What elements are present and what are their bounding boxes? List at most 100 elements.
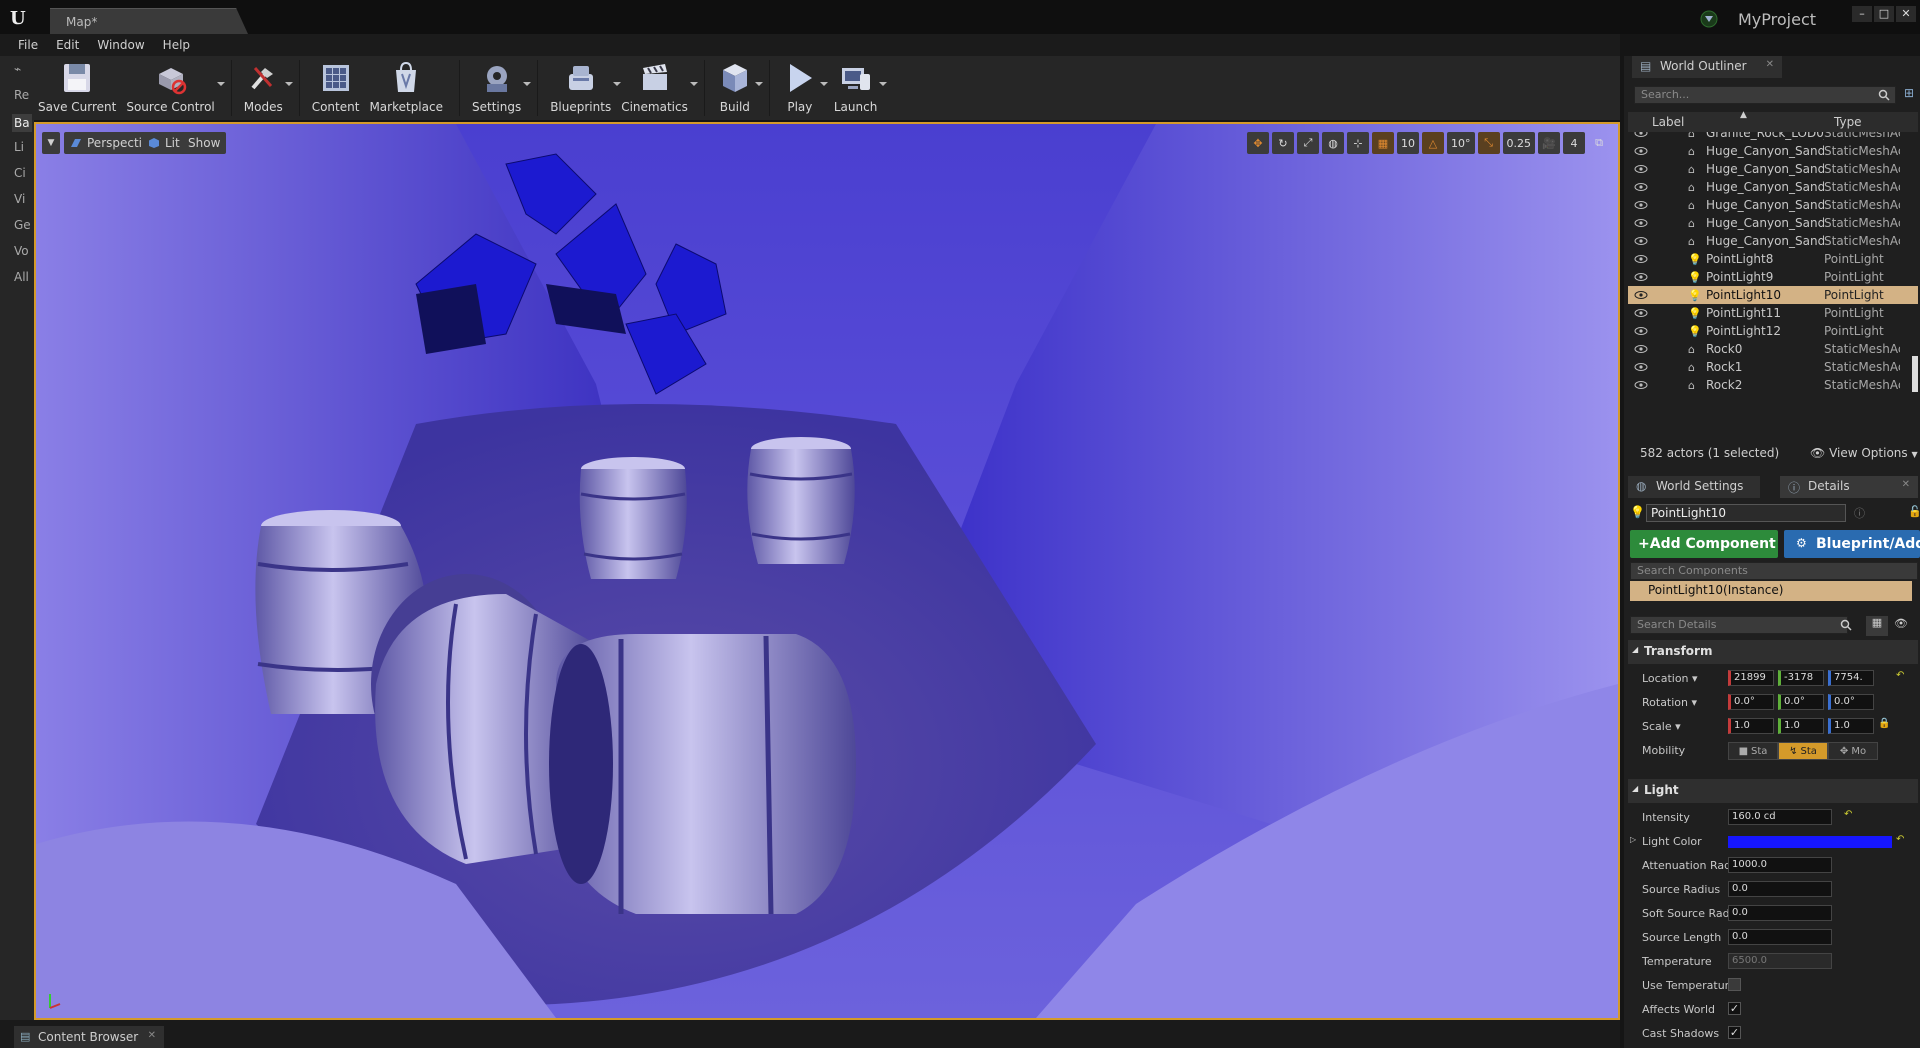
viewport-scene[interactable] xyxy=(36,124,1618,1018)
menu-edit[interactable]: Edit xyxy=(56,38,79,52)
outliner-row[interactable]: ⌂ Huge_Canyon_Sandst StaticMeshAc xyxy=(1628,142,1918,160)
visibility-eye-icon[interactable] xyxy=(1634,273,1648,281)
menu-file[interactable]: File xyxy=(18,38,38,52)
save-current-button[interactable]: Save Current xyxy=(38,56,116,120)
level-viewport[interactable]: ▼ Perspective Lit Show ✥ ↻ ⤢ ◍ ⊹ ▦ 10 △ … xyxy=(34,122,1620,1020)
camera-speed-value[interactable]: 4 xyxy=(1563,132,1585,154)
visibility-eye-icon[interactable] xyxy=(1634,201,1648,209)
view-options-button[interactable]: 👁 View Options ▼ xyxy=(1810,446,1918,460)
chevron-down-icon[interactable] xyxy=(689,82,698,86)
modes-place-icon[interactable]: ⌁ xyxy=(14,62,21,76)
visibility-eye-icon[interactable] xyxy=(1634,345,1648,353)
world-outliner-tab[interactable]: ▤ World Outliner ✕ xyxy=(1632,56,1782,78)
chevron-down-icon[interactable] xyxy=(879,82,888,86)
scale-snap-icon[interactable]: ⤡ xyxy=(1477,132,1500,154)
visibility-eye-icon[interactable] xyxy=(1634,237,1648,245)
grid-snap-icon[interactable]: ▦ xyxy=(1372,132,1394,154)
source-control-button[interactable]: Source Control xyxy=(126,56,225,120)
content-button[interactable]: Content xyxy=(312,56,359,120)
cinematics-button[interactable]: Cinematics xyxy=(621,56,698,120)
mode-basic[interactable]: Ba xyxy=(12,114,32,132)
outliner-add-icon[interactable]: ⊞ xyxy=(1904,86,1914,100)
outliner-row[interactable]: 💡 PointLight8 PointLight xyxy=(1628,250,1918,268)
outliner-row[interactable]: ⌂ Huge_Canyon_Sandst StaticMeshAc xyxy=(1628,178,1918,196)
outliner-row[interactable]: 💡 PointLight9 PointLight xyxy=(1628,268,1918,286)
mode-volumes[interactable]: Vo xyxy=(14,244,29,258)
viewport-options-button[interactable]: ▼ xyxy=(42,132,60,154)
close-icon[interactable]: ✕ xyxy=(1766,59,1774,70)
visibility-eye-icon[interactable] xyxy=(1634,309,1648,317)
visibility-eye-icon[interactable] xyxy=(1634,183,1648,191)
outliner-row[interactable]: ⌂ Rock2 StaticMeshAc xyxy=(1628,376,1918,394)
close-icon[interactable]: ✕ xyxy=(1896,6,1916,22)
blueprints-button[interactable]: Blueprints xyxy=(550,56,622,120)
chevron-down-icon[interactable] xyxy=(819,82,828,86)
visibility-eye-icon[interactable] xyxy=(1634,363,1648,371)
settings-button[interactable]: Settings xyxy=(472,56,532,120)
outliner-col-type[interactable]: Type xyxy=(1834,115,1862,129)
launch-button[interactable]: Launch xyxy=(834,56,888,120)
outliner-row[interactable]: ⌂ Rock1 StaticMeshAc xyxy=(1628,358,1918,376)
outliner-list[interactable]: ⌂ Granite_Rock_LOD0_ StaticMeshAc ⌂ Huge_Can… xyxy=(1628,132,1918,394)
mode-cinematic[interactable]: Ci xyxy=(14,166,26,180)
content-browser-tab[interactable]: ▤ Content Browser ✕ xyxy=(14,1026,164,1048)
barrel-back-center[interactable] xyxy=(579,457,687,579)
mode-visual-effects[interactable]: Vi xyxy=(14,192,25,206)
visibility-eye-icon[interactable] xyxy=(1634,255,1648,263)
maximize-icon[interactable]: □ xyxy=(1874,6,1894,22)
visibility-eye-icon[interactable] xyxy=(1634,165,1648,173)
lit-button[interactable]: Lit xyxy=(142,132,186,154)
outliner-row[interactable]: ⌂ Huge_Canyon_Sandst StaticMeshAc xyxy=(1628,232,1918,250)
play-button[interactable]: Play xyxy=(782,56,828,120)
mode-recent[interactable]: Re xyxy=(14,88,29,102)
rotate-icon[interactable]: ↻ xyxy=(1272,132,1294,154)
outliner-row[interactable]: ⌂ Huge_Canyon_Sandst StaticMeshAc xyxy=(1628,214,1918,232)
rotation-snap-value[interactable]: 10° xyxy=(1447,132,1475,154)
outliner-row[interactable]: 💡 PointLight12 PointLight xyxy=(1628,322,1918,340)
outliner-row[interactable]: ⌂ Huge_Canyon_Sandst StaticMeshAc xyxy=(1628,160,1918,178)
outliner-row[interactable]: 💡 PointLight10 PointLight xyxy=(1628,286,1918,304)
marketplace-button[interactable]: Marketplace xyxy=(369,56,443,120)
grid-snap-value[interactable]: 10 xyxy=(1397,132,1419,154)
build-button[interactable]: Build xyxy=(717,56,763,120)
menu-window[interactable]: Window xyxy=(97,38,144,52)
outliner-col-label[interactable]: Label xyxy=(1652,115,1684,129)
visibility-eye-icon[interactable] xyxy=(1634,291,1648,299)
visibility-eye-icon[interactable] xyxy=(1634,147,1648,155)
outliner-row[interactable]: ⌂ Granite_Rock_LOD0_ StaticMeshAc xyxy=(1628,132,1918,142)
modes-button[interactable]: Modes xyxy=(244,56,293,120)
mode-geometry[interactable]: Ge xyxy=(14,218,31,232)
barrel-back-right[interactable] xyxy=(747,437,855,564)
translate-icon[interactable]: ✥ xyxy=(1247,132,1269,154)
details-tab[interactable]: ⓘ Details ✕ xyxy=(1780,476,1918,498)
visibility-eye-icon[interactable] xyxy=(1634,327,1648,335)
mode-all-classes[interactable]: All xyxy=(14,270,29,284)
world-settings-tab[interactable]: ◍ World Settings xyxy=(1628,476,1760,498)
chevron-down-icon[interactable] xyxy=(216,82,225,86)
minimize-icon[interactable]: – xyxy=(1852,6,1872,22)
close-icon[interactable]: ✕ xyxy=(148,1030,156,1041)
barrel-front-right[interactable] xyxy=(549,634,856,915)
map-tab[interactable]: Map* xyxy=(50,8,248,34)
scale-icon[interactable]: ⤢ xyxy=(1297,132,1319,154)
chevron-down-icon[interactable] xyxy=(523,82,532,86)
scale-snap-value[interactable]: 0.25 xyxy=(1502,132,1535,154)
show-button[interactable]: Show xyxy=(182,132,227,154)
surface-snap-icon[interactable]: ⊹ xyxy=(1347,132,1369,154)
world-local-icon[interactable]: ◍ xyxy=(1322,132,1344,154)
visibility-eye-icon[interactable] xyxy=(1634,219,1648,227)
close-icon[interactable]: ✕ xyxy=(1902,479,1910,490)
chevron-down-icon[interactable] xyxy=(613,82,622,86)
outliner-scrollbar[interactable] xyxy=(1912,356,1918,392)
outliner-row[interactable]: ⌂ Huge_Canyon_Sandst StaticMeshAc xyxy=(1628,196,1918,214)
outliner-row[interactable]: 💡 PointLight11 PointLight xyxy=(1628,304,1918,322)
chevron-down-icon[interactable] xyxy=(754,82,763,86)
outliner-search-input[interactable]: Search... xyxy=(1634,86,1896,104)
visibility-eye-icon[interactable] xyxy=(1634,132,1648,137)
camera-speed-icon[interactable]: 🎥 xyxy=(1538,132,1560,154)
rotation-snap-icon[interactable]: △ xyxy=(1422,132,1444,154)
chevron-down-icon[interactable] xyxy=(284,82,293,86)
menu-help[interactable]: Help xyxy=(163,38,190,52)
mode-lights[interactable]: Li xyxy=(14,140,24,154)
outliner-row[interactable]: ⌂ Rock0 StaticMeshAc xyxy=(1628,340,1918,358)
